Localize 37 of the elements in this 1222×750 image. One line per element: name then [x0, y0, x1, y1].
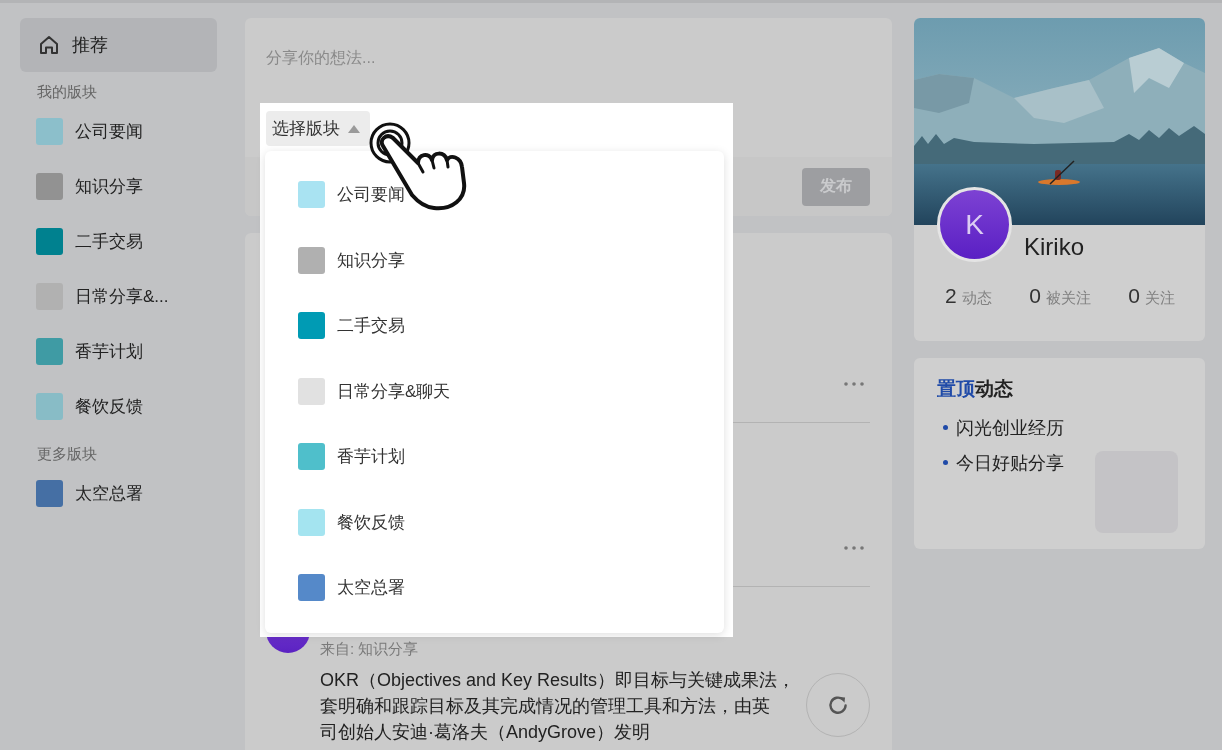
sidebar-item[interactable]: 知识分享	[20, 159, 217, 214]
sidebar-item[interactable]: 太空总署	[20, 466, 217, 521]
menu-item[interactable]: 公司要闻	[298, 162, 724, 228]
stat-count: 0	[1029, 284, 1041, 308]
post-source: 来自: 知识分享	[320, 639, 420, 659]
stat-count: 0	[1128, 284, 1140, 308]
stat-label: 动态	[961, 289, 992, 308]
more-icon	[844, 382, 864, 386]
sidebar-item[interactable]: 二手交易	[20, 214, 217, 269]
post-text: OKR（Objectives and Key Results）即目标与关键成果法， 套明确和跟踪目标及其完成情况的管理工具和方法，由英 司创始人安迪·葛洛夫（AndyGrove）发明	[320, 669, 796, 744]
pinned-link[interactable]: 今日好贴分享	[956, 450, 1064, 475]
bullet-icon	[943, 425, 948, 430]
menu-item[interactable]: 太空总署	[298, 555, 724, 621]
stat-label: 关注	[1145, 289, 1175, 308]
home-icon	[38, 34, 60, 56]
section-heading: 我的版块	[36, 82, 97, 102]
menu-item[interactable]: 香芋计划	[298, 424, 724, 490]
menu-item[interactable]: 知识分享	[298, 227, 724, 293]
bullet-icon	[943, 460, 948, 465]
post-input[interactable]: 分享你的想法...	[266, 45, 870, 97]
board-select-button[interactable]: 选择版块	[266, 111, 370, 146]
sidebar-item[interactable]: 香芋计划	[20, 324, 217, 379]
menu-item[interactable]: 餐饮反馈	[298, 489, 724, 555]
sidebar-item[interactable]: 推荐	[20, 18, 217, 72]
sidebar-item[interactable]: 日常分享&...	[20, 269, 217, 324]
stat-label: 被关注	[1045, 289, 1091, 308]
card-title: 置顶动态	[937, 378, 1013, 400]
sidebar-item[interactable]: 餐饮反馈	[20, 379, 217, 434]
sidebar-item[interactable]: 公司要闻	[20, 104, 217, 159]
menu-item[interactable]: 二手交易	[298, 293, 724, 359]
section-heading: 更多版块	[36, 444, 97, 464]
more-icon	[844, 546, 864, 550]
user-name: Kiriko	[1024, 232, 1084, 262]
caret-up-icon	[348, 124, 360, 133]
pinned-link[interactable]: 闪光创业经历	[956, 415, 1064, 440]
menu-item[interactable]: 日常分享&聊天	[298, 358, 724, 424]
stat-count: 2	[945, 284, 957, 308]
